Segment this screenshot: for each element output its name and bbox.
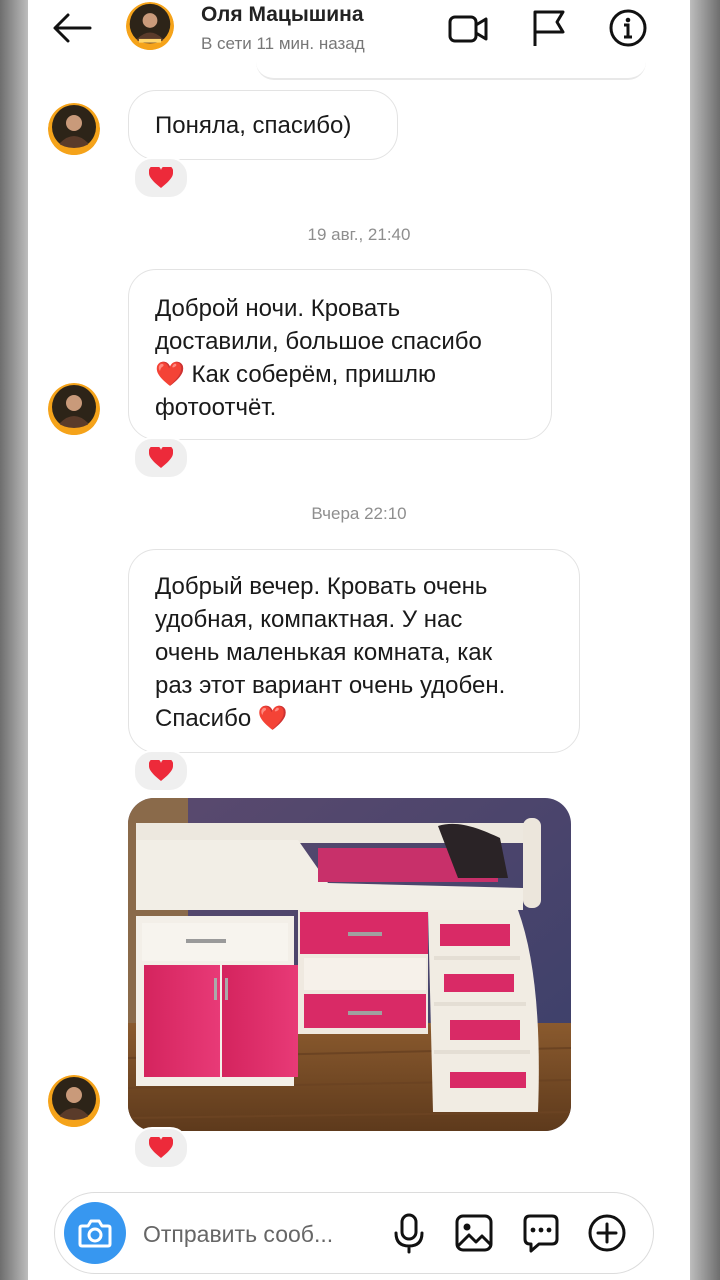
sticker-icon[interactable] [521,1211,561,1255]
message-line: доставили, большое спасибо [155,328,482,355]
heart-icon [149,447,173,468]
plus-icon[interactable] [587,1211,627,1255]
heart-reaction[interactable] [133,437,189,479]
message-line: Добрый вечер. Кровать очень [155,573,488,600]
heart-reaction[interactable] [133,157,189,199]
message-line: очень маленькая комната, как [155,639,493,666]
heart-reaction[interactable] [133,1127,189,1169]
contact-avatar[interactable] [126,2,174,50]
message-input[interactable] [141,1215,375,1253]
info-icon[interactable] [606,8,650,48]
message-bubble[interactable]: Доброй ночи. Кровать доставили, большое … [128,269,552,440]
heart-reaction[interactable] [133,750,189,792]
sender-avatar [48,103,100,155]
timestamp: Вчера 22:10 [311,504,407,523]
camera-button[interactable] [64,1202,126,1264]
previous-message-edge [256,60,646,80]
arrow-back-icon[interactable] [50,10,94,46]
chat-header: Оля Мацышина В сети 11 мин. назад [28,0,690,62]
sender-avatar [48,1075,100,1127]
message-line: удобная, компактная. У нас [155,606,463,633]
mic-icon[interactable] [389,1211,429,1255]
timestamp: 19 авг., 21:40 [307,225,411,244]
contact-status: В сети 11 мин. назад [201,34,365,53]
message-text: Поняла, спасибо) [155,112,352,139]
camera-icon [78,1219,112,1248]
heart-icon [149,167,173,188]
heart-icon [149,760,173,781]
message-bubble[interactable]: Поняла, спасибо) [128,90,398,160]
heart-icon [149,1137,173,1158]
message-line: ❤️ Как соберём, пришлю [155,361,437,388]
message-composer [54,1192,654,1274]
message-line: Спасибо ❤️ [155,705,288,732]
message-bubble[interactable]: Добрый вечер. Кровать очень удобная, ком… [128,549,580,753]
message-line: фотоотчёт. [155,394,277,421]
message-line: Доброй ночи. Кровать [155,295,401,322]
video-call-icon[interactable] [446,8,490,48]
message-line: раз этот вариант очень удобен. [155,672,506,699]
photo-message[interactable] [128,798,571,1131]
contact-name[interactable]: Оля Мацышина [201,3,364,27]
flag-icon[interactable] [527,8,571,48]
loft-bed-photo [128,798,571,1131]
chat-screen: Оля Мацышина В сети 11 мин. назад Поняла… [28,0,690,1280]
gallery-icon[interactable] [454,1211,494,1255]
sender-avatar [48,383,100,435]
